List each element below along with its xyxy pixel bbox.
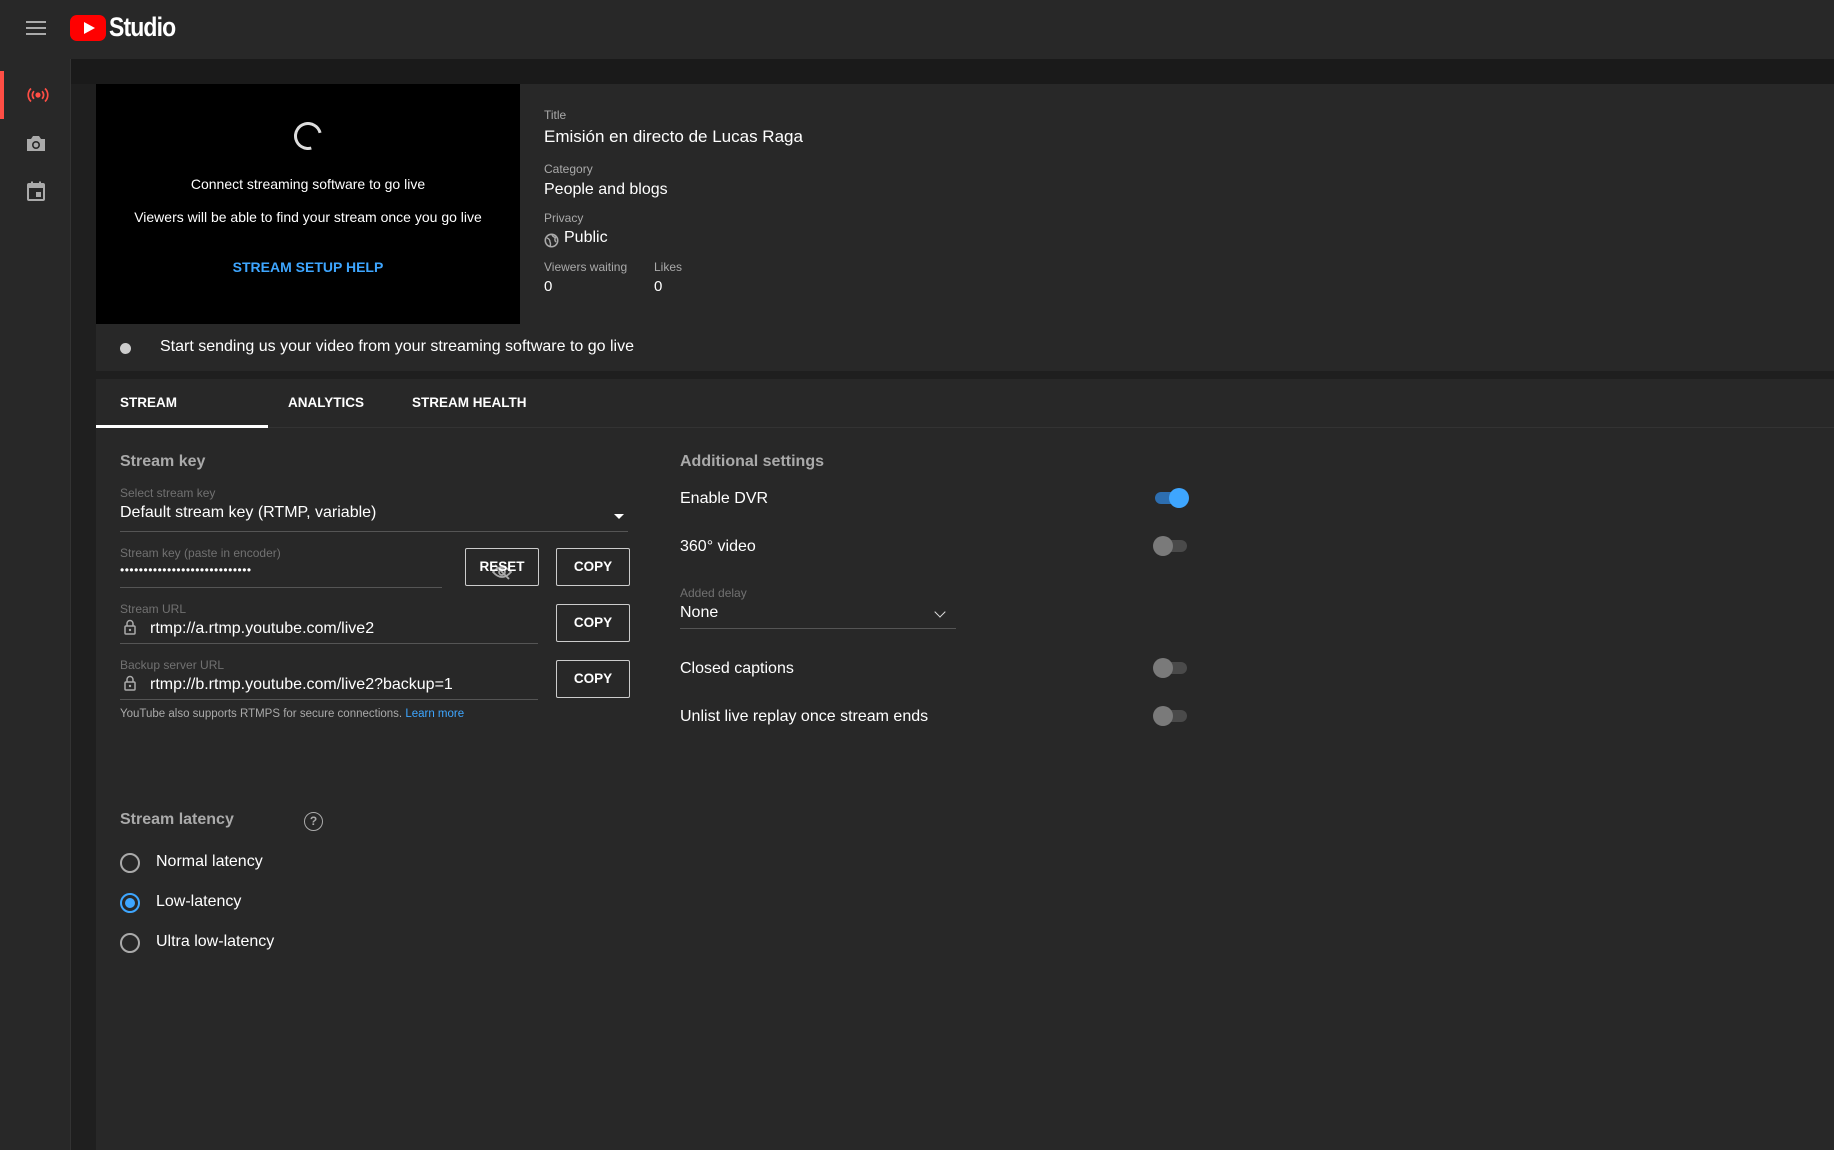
stream-preview: Connect streaming software to go live Vi… — [96, 84, 520, 324]
viewers-waiting-count: 0 — [544, 278, 553, 295]
closed-captions-toggle[interactable] — [1153, 658, 1189, 678]
privacy-label: Privacy — [544, 211, 584, 225]
hamburger-menu-icon[interactable] — [23, 17, 49, 41]
likes-count: 0 — [654, 278, 663, 295]
live-stream-icon — [26, 87, 49, 103]
closed-captions-label: Closed captions — [680, 660, 794, 677]
video-360-toggle[interactable] — [1153, 536, 1189, 556]
enable-dvr-label: Enable DVR — [680, 490, 769, 507]
stream-key-label: Stream key (paste in encoder) — [120, 546, 281, 560]
stream-key-underline — [120, 587, 442, 588]
top-header: Studio — [0, 0, 1834, 59]
calendar-icon — [26, 181, 45, 201]
stream-settings-content: Stream key Select stream key Default str… — [96, 428, 1834, 1150]
loading-spinner-icon — [288, 116, 328, 156]
copy-backup-button[interactable]: COPY — [556, 660, 630, 698]
low-latency-label[interactable]: Low-latency — [156, 893, 241, 911]
additional-settings-heading: Additional settings — [680, 453, 824, 470]
left-sidebar — [0, 59, 71, 1150]
lock-icon — [124, 675, 136, 691]
learn-more-link[interactable]: Learn more — [405, 708, 464, 720]
unlist-replay-toggle[interactable] — [1153, 706, 1189, 726]
sidebar-item-manage[interactable] — [0, 167, 71, 215]
status-bar: Start sending us your video from your st… — [96, 324, 1834, 371]
preview-message: Connect streaming software to go live — [190, 176, 426, 192]
title-label: Title — [544, 108, 567, 122]
added-delay-label: Added delay — [680, 586, 747, 600]
radio-normal-latency[interactable] — [120, 853, 140, 873]
stream-privacy: Public — [564, 229, 608, 246]
camera-icon — [26, 135, 45, 151]
top-strip — [71, 59, 1834, 84]
stream-url-label: Stream URL — [120, 602, 187, 616]
tab-stream-settings[interactable]: STREAM SETTINGS — [96, 379, 268, 458]
copy-key-button[interactable]: COPY — [556, 548, 630, 586]
backup-url-field[interactable]: rtmp://b.rtmp.youtube.com/live2?backup=1 — [150, 676, 453, 694]
tab-stream-health[interactable]: STREAM HEALTH — [412, 379, 527, 428]
stream-key-heading: Stream key — [120, 453, 206, 470]
youtube-play-icon — [70, 14, 106, 41]
unlist-replay-label: Unlist live replay once stream ends — [680, 708, 929, 725]
sidebar-item-stream[interactable] — [0, 71, 71, 119]
studio-logo[interactable]: Studio — [70, 12, 187, 43]
stream-setup-help-link[interactable]: STREAM SETUP HELP — [96, 259, 520, 275]
status-dot-icon — [120, 343, 131, 354]
preview-submessage: Viewers will be able to find your stream… — [134, 209, 482, 225]
stream-url-underline — [120, 643, 538, 644]
select-stream-key-label: Select stream key — [120, 486, 216, 500]
settings-tabs: STREAM SETTINGS ANALYTICS STREAM HEALTH — [96, 379, 1834, 458]
chevron-down-icon[interactable] — [934, 606, 946, 618]
category-label: Category — [544, 162, 593, 176]
delay-underline — [680, 628, 956, 629]
added-delay-select[interactable]: None — [680, 604, 718, 622]
sidebar-item-webcam[interactable] — [0, 119, 71, 167]
dropdown-arrow-icon[interactable] — [614, 514, 624, 519]
backup-url-label: Backup server URL — [120, 658, 225, 672]
globe-icon — [544, 233, 559, 248]
tab-analytics[interactable]: ANALYTICS — [288, 379, 364, 428]
reset-button[interactable]: RESET — [465, 548, 539, 586]
help-icon[interactable]: ? — [304, 812, 323, 831]
rtmps-note-text: YouTube also supports RTMPS for secure c… — [120, 708, 403, 720]
brand-name: Studio — [109, 12, 176, 42]
main-content: Connect streaming software to go live Vi… — [71, 59, 1834, 1150]
radio-low-latency[interactable] — [120, 893, 140, 913]
copy-url-button[interactable]: COPY — [556, 604, 630, 642]
video-360-label: 360° video — [680, 538, 756, 555]
normal-latency-label[interactable]: Normal latency — [156, 853, 263, 871]
stream-key-field[interactable]: •••••••••••••••••••••••••••• — [120, 563, 252, 577]
stream-latency-heading: Stream latency — [120, 811, 234, 828]
radio-ultra-low-latency[interactable] — [120, 933, 140, 953]
lock-icon — [124, 619, 136, 635]
viewers-waiting-label: Viewers waiting — [544, 260, 628, 274]
backup-url-underline — [120, 699, 538, 700]
ultra-low-latency-label[interactable]: Ultra low-latency — [156, 933, 274, 951]
status-message: Start sending us your video from your st… — [160, 338, 634, 355]
stream-title: Emisión en directo de Lucas Raga — [544, 127, 803, 146]
rtmps-note: YouTube also supports RTMPS for secure c… — [120, 708, 464, 720]
stream-info-panel: Title Emisión en directo de Lucas Raga C… — [520, 84, 1834, 324]
stream-url-field[interactable]: rtmp://a.rtmp.youtube.com/live2 — [150, 620, 374, 638]
enable-dvr-toggle[interactable] — [1153, 488, 1189, 508]
likes-label: Likes — [654, 260, 683, 274]
stream-key-select[interactable]: Default stream key (RTMP, variable) — [120, 504, 376, 522]
stream-category: People and blogs — [544, 181, 668, 198]
select-underline — [120, 531, 628, 532]
